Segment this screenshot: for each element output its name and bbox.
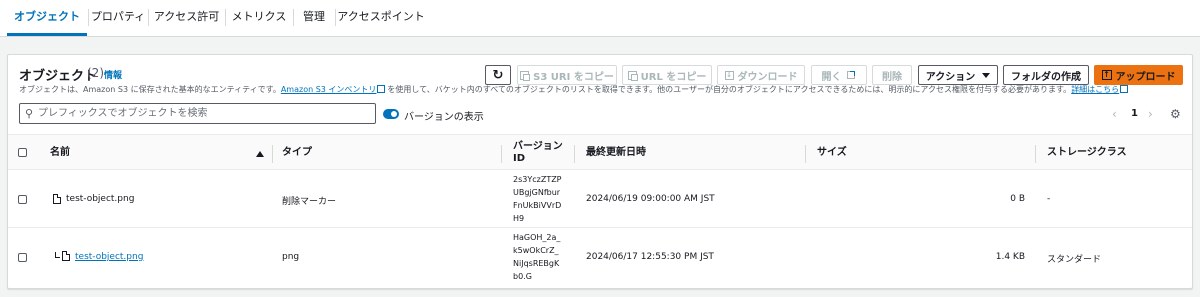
open-button[interactable]: 開く	[811, 65, 867, 85]
select-all-checkbox[interactable]	[18, 148, 27, 157]
table-row[interactable]: test-object.png 削除マーカー 2s3YczZTZP UBgjGN…	[8, 170, 1192, 228]
object-name-link[interactable]: test-object.png	[75, 252, 143, 262]
column-divider[interactable]	[272, 145, 273, 163]
last-modified: 2024/06/17 12:55:30 PM JST	[586, 252, 714, 262]
tab-objects[interactable]: オブジェクト	[7, 0, 87, 36]
search-box: ⚲	[19, 103, 376, 124]
search-icon: ⚲	[25, 107, 34, 120]
upload-label: アップロード	[1115, 71, 1176, 83]
tab-bar: オブジェクト プロパティ アクセス許可 メトリクス 管理 アクセスポイント	[0, 0, 1200, 37]
refresh-button[interactable]: ↻	[485, 65, 511, 85]
column-divider[interactable]	[1035, 145, 1036, 163]
external-link-icon	[1120, 85, 1129, 93]
download-label: ダウンロード	[737, 71, 798, 83]
file-icon	[62, 251, 70, 261]
version-id: HaGOH_2a_ k5wOkCrZ_ NiJqsREBgK b0.G	[513, 231, 573, 283]
table-header: 名前 タイプ バージョン ID 最終更新日時 サイズ ストレージクラス	[8, 134, 1192, 170]
upload-button[interactable]: ↑ アップロード	[1094, 65, 1183, 85]
version-id-line: HaGOH_2a_	[513, 233, 561, 242]
tab-metrics[interactable]: メトリクス	[226, 0, 292, 36]
column-divider[interactable]	[574, 145, 575, 163]
version-id: 2s3YczZTZP UBgjGNfbur FnUkBiVVrD H9	[513, 173, 573, 225]
copy-icon	[520, 70, 531, 81]
objects-panel: オブジェクト (2) 情報 オブジェクトは、Amazon S3 に保存された基本…	[7, 54, 1193, 289]
object-count: (2)	[87, 66, 104, 80]
version-branch-icon	[55, 252, 60, 258]
chevron-left-icon[interactable]: ‹	[1112, 107, 1117, 121]
version-header-line2: ID	[513, 153, 526, 164]
version-id-line: FnUkBiVVrD	[513, 201, 562, 210]
version-id-line: NiJqsREBgK	[513, 259, 560, 268]
tab-management[interactable]: 管理	[294, 0, 334, 36]
object-size: 0 B	[1010, 194, 1025, 204]
panel-description: オブジェクトは、Amazon S3 に保存された基本的なエンティティです。Ama…	[19, 84, 1129, 95]
object-size: 1.4 KB	[995, 252, 1025, 262]
create-folder-button[interactable]: フォルダの作成	[1003, 65, 1089, 85]
info-link[interactable]: 情報	[104, 68, 122, 81]
storage-class: スタンダード	[1047, 255, 1102, 265]
column-name[interactable]: 名前	[50, 135, 70, 171]
actions-label: アクション	[925, 71, 976, 83]
download-icon: ↓	[724, 70, 734, 80]
delete-label: 削除	[882, 71, 902, 83]
file-icon	[53, 194, 61, 204]
inventory-link[interactable]: Amazon S3 インベントリ	[281, 85, 377, 94]
object-type: png	[282, 252, 300, 262]
tab-permissions[interactable]: アクセス許可	[149, 0, 224, 36]
show-versions-label: バージョンの表示	[404, 112, 484, 123]
row-checkbox[interactable]	[18, 253, 27, 262]
column-last-modified[interactable]: 最終更新日時	[586, 135, 646, 171]
table-row[interactable]: test-object.png png HaGOH_2a_ k5wOkCrZ_ …	[8, 228, 1192, 286]
copy-icon	[627, 70, 638, 81]
open-label: 開く	[821, 71, 842, 83]
learn-more-link[interactable]: 詳細はこちら	[1071, 85, 1119, 94]
copy-s3-uri-button[interactable]: S3 URI をコピー	[517, 65, 617, 85]
show-versions-toggle[interactable]	[383, 109, 399, 119]
description-text: オブジェクトは、Amazon S3 に保存された基本的なエンティティです。	[19, 85, 281, 94]
column-version-id[interactable]: バージョン ID	[513, 141, 563, 165]
page-number[interactable]: 1	[1131, 108, 1138, 119]
actions-dropdown[interactable]: アクション	[918, 65, 998, 85]
column-storage-class[interactable]: ストレージクラス	[1047, 135, 1127, 171]
column-size[interactable]: サイズ	[817, 135, 847, 171]
column-divider[interactable]	[501, 145, 502, 163]
caret-down-icon	[982, 72, 991, 78]
panel-title: オブジェクト	[19, 69, 98, 84]
copy-s3-uri-label: S3 URI をコピー	[533, 71, 614, 83]
delete-button[interactable]: 削除	[872, 65, 912, 85]
version-id-line: 2s3YczZTZP	[513, 175, 562, 184]
object-type: 削除マーカー	[282, 197, 337, 207]
column-divider[interactable]	[805, 145, 806, 163]
external-link-icon	[846, 71, 855, 79]
row-checkbox[interactable]	[18, 195, 27, 204]
version-id-line: b0.G	[513, 272, 532, 281]
version-header-line1: バージョン	[513, 141, 563, 152]
copy-url-label: URL をコピー	[640, 71, 707, 83]
version-id-line: k5wOkCrZ_	[513, 246, 559, 255]
version-id-line: UBgjGNfbur	[513, 188, 561, 197]
copy-url-button[interactable]: URL をコピー	[622, 65, 712, 85]
chevron-right-icon[interactable]: ›	[1148, 107, 1153, 121]
version-id-line: H9	[513, 214, 525, 223]
download-button[interactable]: ↓ ダウンロード	[717, 65, 805, 85]
external-link-icon	[377, 85, 386, 93]
description-text-2: を使用して、バケット内のすべてのオブジェクトのリストを取得できます。他のユーザー…	[387, 85, 1072, 94]
gear-icon[interactable]: ⚙	[1170, 107, 1181, 121]
last-modified: 2024/06/19 09:00:00 AM JST	[586, 194, 715, 204]
storage-class: -	[1047, 194, 1051, 204]
create-folder-label: フォルダの作成	[1011, 71, 1081, 83]
tab-properties[interactable]: プロパティ	[89, 0, 147, 36]
sort-up-icon[interactable]	[256, 151, 264, 157]
tab-access-points[interactable]: アクセスポイント	[336, 0, 426, 36]
upload-icon: ↑	[1101, 70, 1112, 80]
column-type[interactable]: タイプ	[282, 135, 312, 171]
object-name: test-object.png	[66, 194, 135, 204]
search-input[interactable]	[38, 105, 368, 122]
refresh-icon: ↻	[492, 67, 504, 83]
